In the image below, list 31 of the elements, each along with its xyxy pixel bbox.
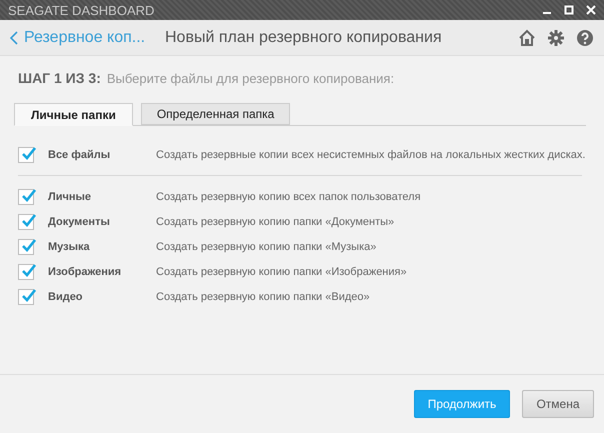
home-icon[interactable] xyxy=(518,28,536,46)
option-label: Музыка xyxy=(48,240,91,252)
checkbox[interactable] xyxy=(18,146,34,162)
page-title: Новый план резервного копирования xyxy=(165,28,443,46)
option-description: Создать резервную копию всех папок пользователя xyxy=(156,190,421,202)
option-description: Создать резервную копию папки «Видео» xyxy=(156,290,370,302)
option-label: Все файлы xyxy=(48,148,112,160)
maximize-icon[interactable] xyxy=(564,5,574,15)
option-label: Видео xyxy=(48,290,84,302)
help-icon[interactable] xyxy=(576,28,594,46)
tab[interactable]: Личные папки xyxy=(14,103,133,126)
cancel-button[interactable]: Отмена xyxy=(522,390,594,418)
option-label: Изображения xyxy=(48,266,122,278)
checkbox[interactable] xyxy=(18,214,34,230)
checkbox[interactable] xyxy=(18,188,34,204)
checkbox[interactable] xyxy=(18,288,34,304)
checkbox[interactable] xyxy=(18,238,34,254)
option-description: Создать резервную копию папки «Изображения» xyxy=(156,266,407,278)
settings-icon[interactable] xyxy=(547,28,565,46)
close-icon[interactable] xyxy=(586,5,596,15)
option-description: Создать резервные копии всех несистемных файлов на локальных жестких дисках. xyxy=(156,148,586,160)
window-title: SEAGATE DASHBOARD xyxy=(8,2,154,18)
step-text: Выберите файлы для резервного копирования: xyxy=(106,71,394,86)
option-description: Создать резервную копию папки «Музыка» xyxy=(156,240,376,252)
step-label: ШАГ 1 ИЗ 3: xyxy=(18,70,101,86)
option-description: Создать резервную копию папки «Документы» xyxy=(156,216,394,228)
chevron-icon xyxy=(10,30,18,44)
tab[interactable]: Определенная папка xyxy=(140,103,290,125)
option-label: Личные xyxy=(48,190,92,202)
checkbox[interactable] xyxy=(18,264,34,280)
option-label: Документы xyxy=(48,216,111,228)
